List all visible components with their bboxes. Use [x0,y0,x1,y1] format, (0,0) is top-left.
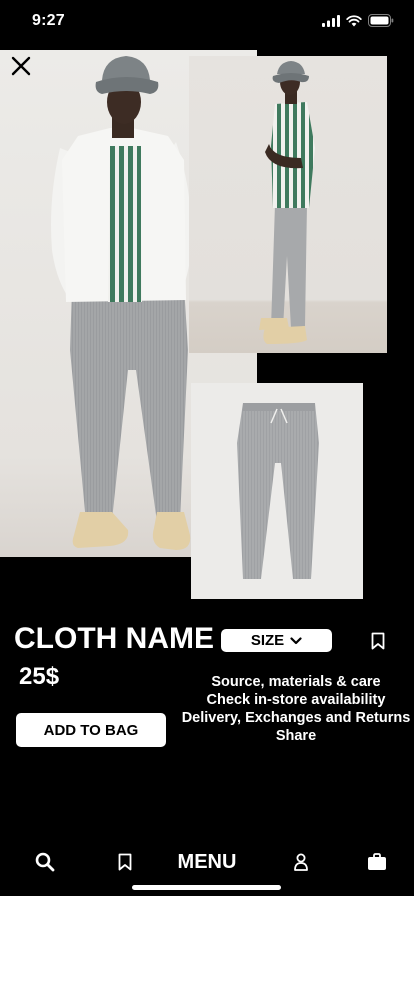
product-price: 25$ [19,663,60,690]
product-name: CLOTH NAME [14,622,214,655]
add-to-bag-button[interactable]: ADD TO BAG [16,713,166,747]
nav-saved-button[interactable] [110,840,140,884]
signal-icon [322,14,340,27]
source-materials-link[interactable]: Source, materials & care [180,673,412,691]
home-indicator [132,885,281,890]
delivery-returns-link[interactable]: Delivery, Exchanges and Returns [180,709,412,727]
product-screen: 9:27 CLOTH NAME SIZE 25$ ADD TO BAG Sour… [0,0,414,896]
bookmark-icon [371,632,385,650]
search-icon [35,852,55,872]
size-button[interactable]: SIZE [221,629,332,652]
chevron-down-icon [290,636,302,644]
shopping-bag-icon [368,853,386,870]
nav-menu-button[interactable]: MENU [168,840,246,884]
trousers-flat-photo [191,383,363,599]
close-button[interactable] [8,53,34,79]
nav-account-button[interactable] [286,840,316,884]
person-icon [294,853,308,871]
store-availability-link[interactable]: Check in-store availability [180,691,412,709]
save-bookmark-button[interactable] [367,630,389,652]
close-icon [11,56,31,76]
status-time: 9:27 [32,12,65,29]
model-side-photo [189,56,387,353]
size-label: SIZE [250,632,285,649]
bottom-nav: MENU [0,840,414,884]
wifi-icon [346,14,362,26]
nav-search-button[interactable] [30,840,60,884]
bookmark-icon [118,853,132,871]
battery-icon [368,14,394,27]
status-icons [322,14,394,27]
share-link[interactable]: Share [180,727,412,745]
info-links: Source, materials & care Check in-store … [180,673,412,745]
nav-bag-button[interactable] [362,840,392,884]
